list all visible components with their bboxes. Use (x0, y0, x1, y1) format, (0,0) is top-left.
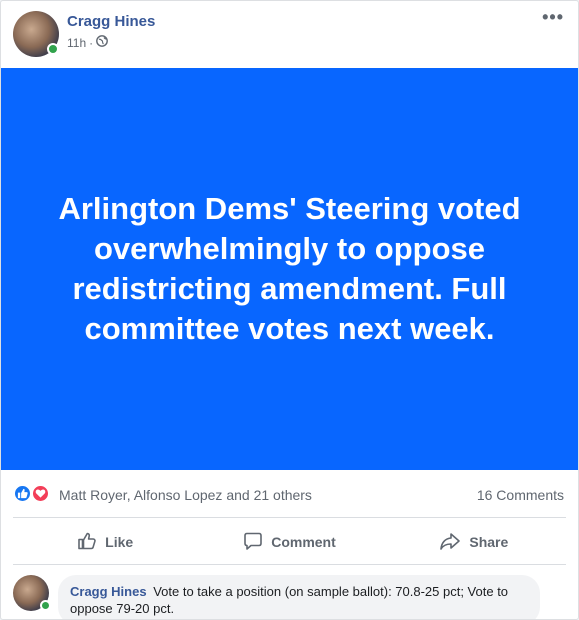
comment-button[interactable]: Comment (197, 523, 381, 561)
like-reaction-icon (13, 484, 32, 503)
reaction-names[interactable]: Matt Royer, Alfonso Lopez and 21 others (59, 487, 312, 503)
more-options-icon[interactable]: ••• (542, 7, 564, 28)
share-button[interactable]: Share (382, 523, 566, 561)
commenter-avatar[interactable] (13, 575, 51, 611)
thumbs-up-icon (77, 531, 97, 554)
share-label: Share (469, 534, 509, 550)
post-meta: 11h · (67, 35, 109, 50)
post-actions: Like Comment Share (13, 523, 566, 561)
share-arrow-icon (439, 531, 461, 554)
commenter-name[interactable]: Cragg Hines (70, 584, 147, 599)
author-avatar[interactable] (13, 11, 59, 57)
reaction-icons[interactable] (13, 484, 55, 504)
post-time[interactable]: 11h (67, 36, 86, 50)
comment-label: Comment (271, 534, 336, 550)
comment-bubble: Cragg Hines Vote to take a position (on … (58, 575, 540, 619)
like-label: Like (105, 534, 134, 550)
love-reaction-icon (31, 484, 50, 503)
comments-count[interactable]: 16 Comments (477, 487, 564, 503)
divider (13, 517, 566, 518)
divider (13, 564, 566, 565)
globe-icon[interactable] (96, 35, 109, 50)
author-name[interactable]: Cragg Hines (67, 13, 155, 30)
banner-text: Arlington Dems' Steering voted overwhelm… (58, 191, 521, 346)
online-status-dot (47, 43, 59, 55)
comment-bubble-icon (243, 531, 263, 554)
online-status-dot (40, 600, 51, 611)
post-card: Cragg Hines 11h · ••• Arlington Dems' St… (0, 0, 579, 620)
meta-separator: · (89, 35, 94, 50)
post-banner: Arlington Dems' Steering voted overwhelm… (1, 68, 578, 470)
post-header: Cragg Hines 11h · ••• (1, 1, 578, 67)
like-button[interactable]: Like (13, 523, 197, 561)
reactions-summary: Matt Royer, Alfonso Lopez and 21 others … (1, 479, 578, 509)
comment-item: Cragg Hines Vote to take a position (on … (1, 571, 578, 619)
